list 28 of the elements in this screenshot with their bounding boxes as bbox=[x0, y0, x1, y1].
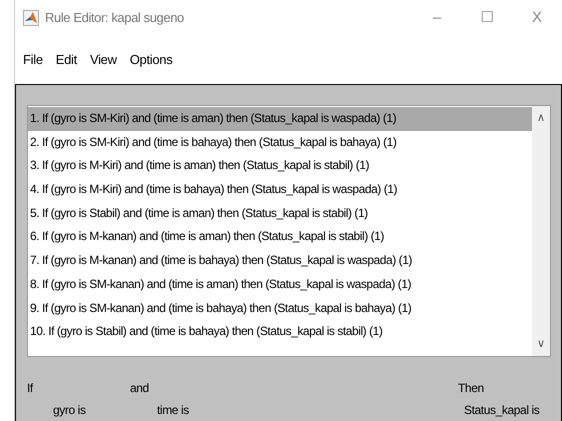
rule-item[interactable]: 9. If (gyro is SM-kanan) and (time is bahaya) then (Status_kapal is bahaya) (1) bbox=[28, 296, 532, 320]
rule-item[interactable]: 5. If (gyro is Stabil) and (time is aman) then (Status_kapal is stabil) (1) bbox=[28, 202, 532, 226]
maximize-button[interactable]: ☐ bbox=[462, 6, 512, 30]
minimize-button[interactable]: – bbox=[412, 6, 462, 30]
rule-item[interactable]: 1. If (gyro is SM-Kiri) and (time is aman) then (Status_kapal is waspada) (1) bbox=[28, 107, 532, 131]
menu-item[interactable]: Options bbox=[130, 50, 172, 70]
rule-item[interactable]: 10. If (gyro is Stabil) and (time is bahaya) then (Status_kapal is stabil) (1) bbox=[28, 320, 532, 344]
app-logo-icon bbox=[23, 10, 39, 26]
menu-item[interactable]: Edit bbox=[56, 50, 77, 70]
rule-item[interactable]: 4. If (gyro is M-Kiri) and (time is bahaya) then (Status_kapal is waspada) (1) bbox=[28, 178, 532, 202]
window-title: Rule Editor: kapal sugeno bbox=[45, 9, 184, 28]
scroll-down-arrow[interactable]: ∨ bbox=[537, 336, 545, 352]
input-label: time is bbox=[157, 402, 190, 419]
if-label: If bbox=[27, 380, 34, 397]
scrollbar[interactable]: ∧ ∨ bbox=[532, 106, 550, 356]
scroll-up-arrow[interactable]: ∧ bbox=[537, 110, 545, 126]
input-label: gyro is bbox=[53, 402, 87, 419]
rule-item[interactable]: 2. If (gyro is SM-Kiri) and (time is bahaya) then (Status_kapal is bahaya) (1) bbox=[28, 130, 532, 154]
menu-item[interactable]: File bbox=[23, 50, 43, 70]
and-label: and bbox=[130, 380, 150, 397]
then-label: Then bbox=[458, 380, 484, 397]
rule-item[interactable]: 3. If (gyro is M-Kiri) and (time is aman) then (Status_kapal is stabil) (1) bbox=[28, 154, 532, 178]
rule-item[interactable]: 6. If (gyro is M-kanan) and (time is aman) then (Status_kapal is stabil) (1) bbox=[28, 225, 532, 250]
rule-item[interactable]: 8. If (gyro is SM-kanan) and (time is aman) then (Status_kapal is waspada) (1) bbox=[28, 272, 532, 296]
menu-item[interactable]: View bbox=[90, 50, 117, 70]
rule-item[interactable]: 7. If (gyro is M-kanan) and (time is bahaya) then (Status_kapal is waspada) (1) bbox=[28, 249, 532, 273]
close-button[interactable]: X bbox=[512, 6, 562, 30]
output-label: Status_kapal is bbox=[464, 402, 540, 419]
